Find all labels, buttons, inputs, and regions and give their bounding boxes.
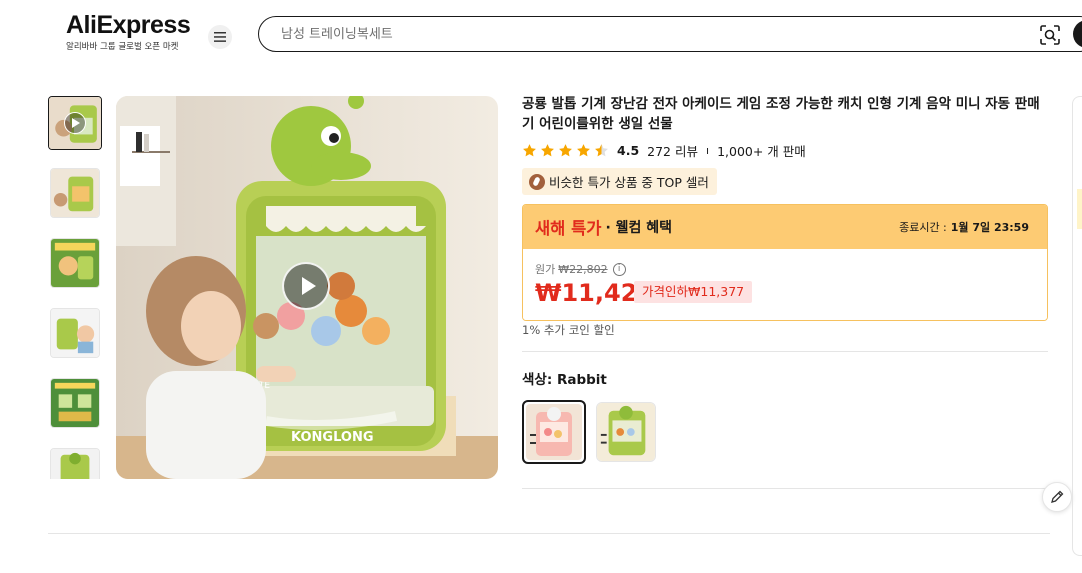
separator: ı [706,143,710,157]
top-seller-icon [529,173,545,190]
aliexpress-logo[interactable]: AliExpress 알리바바 그룹 글로벌 오픈 마켓 [66,11,191,52]
edit-pencil-icon[interactable] [1042,482,1072,512]
side-panel [1072,96,1082,556]
hamburger-menu-icon[interactable] [208,25,232,49]
deal-header: 새해 특가 · 웰컴 혜택 종료시간 :1월 7일 23:59 [523,205,1047,249]
original-price: ₩22,802 [558,262,608,276]
logo-subtitle: 알리바바 그룹 글로벌 오픈 마켓 [66,42,179,52]
top-seller-badge[interactable]: 비슷한 특가 상품 중 TOP 셀러 [522,168,717,195]
rating-score: 4.5 [617,142,640,158]
divider [522,488,1048,489]
star-icon [577,143,590,156]
info-icon[interactable]: i [612,262,626,276]
main-product-image[interactable]: CUTE KONGLONG [116,96,498,479]
coin-discount: 1% 추가 코인 할인 [522,323,615,337]
svg-text:KONGLONG: KONGLONG [291,430,374,445]
product-title: 공룡 발톱 기계 장난감 전자 아케이드 게임 조정 가능한 캐치 인형 기계 … [522,96,1040,132]
original-price-row: 원가 ₩22,802 i [535,261,626,277]
thumbnail-list [48,96,102,479]
rating-row[interactable]: 4.5 272 리뷰 ı 1,000+ 개 판매 [522,141,806,159]
star-rating [522,143,609,158]
top-seller-label: 비슷한 특가 상품 중 TOP 셀러 [549,175,709,190]
thumbnail-4[interactable] [50,308,100,358]
deal-title: 새해 특가 [535,219,602,238]
deal-end-label: 종료시간 : [899,221,947,234]
video-play-icon[interactable] [282,262,330,310]
thumbnail-5[interactable] [50,378,100,428]
star-icon [541,143,554,156]
original-price-label: 원가 [535,263,556,276]
star-icon [523,143,536,156]
deal-end-time: 종료시간 :1월 7일 23:59 [899,219,1029,235]
star-icon [559,143,572,156]
divider [48,533,1050,534]
deal-end-value: 1월 7일 23:59 [950,221,1029,234]
swatch-dinosaur[interactable] [596,402,656,462]
divider [522,351,1048,352]
half-star-icon [595,143,608,156]
swatch-rabbit[interactable] [522,400,586,464]
color-label: 색상: Rabbit [522,372,607,388]
thumbnail-2[interactable] [50,168,100,218]
play-icon [64,112,86,134]
price-cut-badge: 가격인하₩11,377 [634,281,753,303]
search-bar [258,16,1082,52]
sold-count: 1,000+ 개 판매 [717,143,806,159]
image-search-icon[interactable] [1039,24,1061,46]
deal-body: 원가 ₩22,802 i ₩11,425 가격인하₩11,377 [523,249,1047,320]
logo-text: AliExpress [66,11,191,39]
deal-price-box: 새해 특가 · 웰컴 혜택 종료시간 :1월 7일 23:59 원가 ₩22,8… [522,204,1048,321]
thumbnail-6[interactable] [50,448,100,479]
search-input[interactable] [281,23,981,45]
review-count[interactable]: 272 리뷰 [647,141,698,160]
search-button[interactable] [1073,20,1082,48]
thumbnail-3[interactable] [50,238,100,288]
thumbnail-video[interactable] [48,96,102,150]
deal-subtitle: · 웰컴 혜택 [605,220,673,236]
